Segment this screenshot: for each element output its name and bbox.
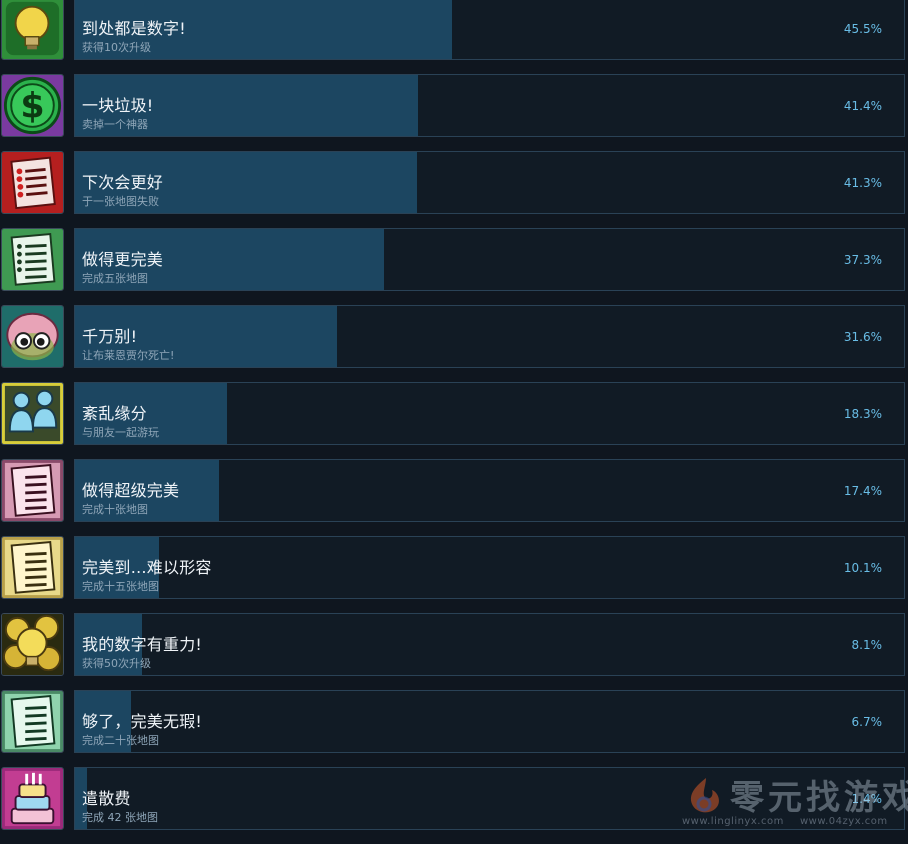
unlock-percentage: 18.3% (843, 407, 882, 421)
progress-bar: 到处都是数字! 获得10次升级 45.5% (74, 0, 905, 60)
achievement-row: $ 一块垃圾! 卖掉一个神器 41.4% (0, 74, 908, 151)
achievement-row: 下次会更好于一张地图失败 41.3% (0, 151, 908, 228)
achievement-title: 紊乱缘分 (82, 404, 147, 423)
achievement-row: 完美到…难以形容完成十五张地图 10.1% (0, 536, 908, 613)
achievement-row: 够了，完美无瑕! 完成二十张地图 6.7% (0, 690, 908, 767)
mint-checklist-icon (1, 690, 64, 753)
flame-logo-icon (690, 778, 719, 813)
achievement-row: 做得更完美完成五张地图 37.3% (0, 228, 908, 305)
watermark-url-left: www.linglinyx.com (682, 816, 784, 827)
achievement-description: 完成十张地图 (82, 503, 148, 516)
progress-bar: 够了，完美无瑕! 完成二十张地图 6.7% (74, 690, 905, 753)
yellow-checklist-icon (1, 536, 64, 599)
unlock-percentage: 10.1% (843, 561, 882, 575)
progress-bar: 下次会更好于一张地图失败 41.3% (74, 151, 905, 214)
unlock-percentage: 17.4% (843, 484, 882, 498)
achievement-title: 够了，完美无瑕! (82, 712, 203, 731)
two-players-icon (1, 382, 64, 445)
unlock-percentage: 41.3% (843, 176, 882, 190)
unlock-percentage: 8.1% (851, 638, 883, 652)
progress-bar: 做得更完美完成五张地图 37.3% (74, 228, 905, 291)
svg-text:$: $ (20, 87, 44, 127)
watermark-title: 零元找游戏 (730, 778, 908, 818)
achievement-description: 于一张地图失败 (82, 195, 159, 208)
progress-bar: 一块垃圾! 卖掉一个神器 41.4% (74, 74, 905, 137)
unlock-percentage: 31.6% (843, 330, 882, 344)
achievement-title: 千万别! (82, 327, 138, 346)
achievement-row: 做得超级完美完成十张地图 17.4% (0, 459, 908, 536)
achievement-row: 我的数字有重力! 获得50次升级 8.1% (0, 613, 908, 690)
achievement-description: 与朋友一起游玩 (82, 426, 159, 439)
achievement-title: 一块垃圾! (82, 96, 154, 115)
achievement-description: 让布莱恩贾尔死亡! (82, 349, 175, 362)
green-checklist-icon (1, 228, 64, 291)
achievement-description: 卖掉一个神器 (82, 118, 148, 131)
progress-bar: 完美到…难以形容完成十五张地图 10.1% (74, 536, 905, 599)
lightbulb-icon (1, 0, 64, 60)
achievement-title: 到处都是数字! (82, 19, 186, 38)
achievement-description: 获得10次升级 (82, 41, 151, 54)
watermark: 零元找游戏 www.linglinyx.com www.04zyx.com (682, 768, 908, 831)
achievement-description: 获得50次升级 (82, 657, 151, 670)
unlock-percentage: 41.4% (843, 99, 882, 113)
progress-bar: 做得超级完美完成十张地图 17.4% (74, 459, 905, 522)
progress-bar: 千万别! 让布莱恩贾尔死亡! 31.6% (74, 305, 905, 368)
progress-bar: 我的数字有重力! 获得50次升级 8.1% (74, 613, 905, 676)
pink-checklist-icon (1, 459, 64, 522)
achievement-title: 做得超级完美 (82, 481, 180, 500)
unlock-percentage: 37.3% (843, 253, 882, 267)
brain-creature-icon (1, 305, 64, 368)
unlock-percentage: 45.5% (843, 22, 882, 36)
achievement-title: 我的数字有重力! (82, 635, 203, 654)
progress-bar: 紊乱缘分与朋友一起游玩 18.3% (74, 382, 905, 445)
achievement-title: 下次会更好 (82, 173, 164, 192)
achievement-row: 千万别! 让布莱恩贾尔死亡! 31.6% (0, 305, 908, 382)
achievement-description: 完成十五张地图 (82, 580, 159, 593)
watermark-url-right: www.04zyx.com (800, 816, 888, 827)
lightbulb-cluster-icon (1, 613, 64, 676)
achievement-row: 紊乱缘分与朋友一起游玩 18.3% (0, 382, 908, 459)
achievement-title: 做得更完美 (82, 250, 164, 269)
achievement-description: 完成五张地图 (82, 272, 148, 285)
achievement-list: 到处都是数字! 获得10次升级 45.5% $ 一块垃圾! 卖掉一个神器 41.4% 下次会更… (0, 0, 908, 844)
achievement-description: 完成 42 张地图 (82, 811, 158, 824)
cake-icon (1, 767, 64, 830)
unlock-percentage: 6.7% (851, 715, 883, 729)
achievement-title: 完美到…难以形容 (82, 558, 212, 577)
achievement-description: 完成二十张地图 (82, 734, 159, 747)
achievement-row: 到处都是数字! 获得10次升级 45.5% (0, 0, 908, 74)
failed-scroll-icon (1, 151, 64, 214)
achievement-title: 遣散费 (82, 789, 131, 808)
dollar-coin-icon: $ (1, 74, 64, 137)
